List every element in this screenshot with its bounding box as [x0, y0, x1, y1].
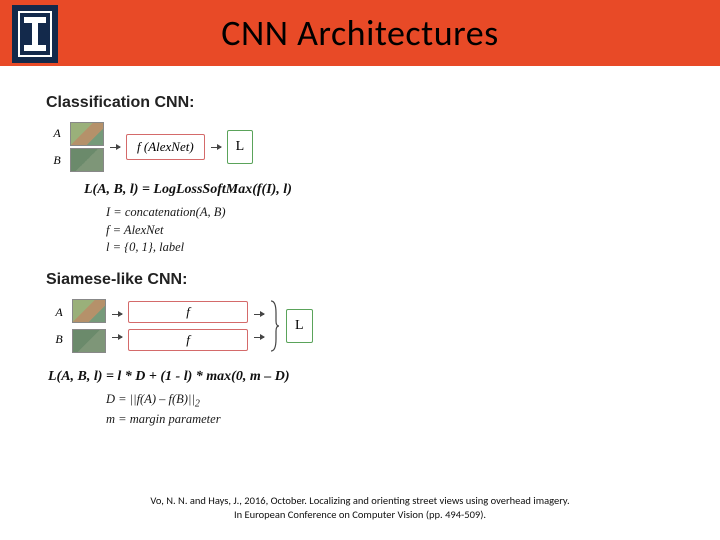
- input-thumbs: [72, 299, 106, 353]
- merge-brace-icon: [270, 299, 280, 353]
- d-expr: D = ||f(A) – f(B)||: [106, 392, 195, 406]
- arrow-icon: [112, 337, 122, 338]
- section2-title: Siamese-like CNN:: [46, 271, 674, 289]
- label-a: A: [54, 305, 64, 320]
- thumb-streetview: [70, 122, 104, 146]
- f-block-top: f: [128, 301, 248, 323]
- f-block-bottom: f: [128, 329, 248, 351]
- title-bar: CNN Architectures: [0, 0, 720, 66]
- label-b: B: [54, 332, 64, 347]
- arrow-icon: [254, 314, 264, 315]
- alexnet-block: f (AlexNet): [126, 134, 205, 160]
- thumb-streetview: [72, 299, 106, 323]
- formula-sub-d: D = ||f(A) – f(B)||2: [106, 391, 674, 412]
- illinois-logo: [12, 5, 58, 63]
- arrow-icon: [254, 337, 264, 338]
- logo-frame: [18, 11, 52, 57]
- arrow-icon: [112, 314, 122, 315]
- arrow-icon: [110, 147, 120, 148]
- letter-i-icon: [28, 17, 42, 51]
- citation-line2: In European Conference on Computer Visio…: [0, 508, 720, 522]
- label-a: A: [52, 126, 62, 141]
- classification-loss-formula: L(A, B, l) = LogLossSoftMax(f(I), l): [84, 182, 674, 198]
- input-labels: A B: [54, 305, 66, 347]
- thumb-overhead: [70, 148, 104, 172]
- siamese-loss-formula: L(A, B, l) = l * D + (1 - l) * max(0, m …: [48, 369, 674, 385]
- section1-title: Classification CNN:: [46, 94, 674, 112]
- loss-block: L: [286, 309, 313, 343]
- arrow-column: [112, 314, 122, 338]
- loss-block: L: [227, 130, 254, 164]
- slide-root: CNN Architectures Classification CNN: A …: [0, 0, 720, 540]
- input-thumbs: [70, 122, 104, 172]
- formula-sub-i: I = concatenation(A, B): [106, 204, 674, 222]
- arrow-column: [254, 314, 264, 338]
- thumb-overhead: [72, 329, 106, 353]
- formula-sub-f: f = AlexNet: [106, 222, 674, 240]
- arrow-icon: [211, 147, 221, 148]
- citation-line1: Vo, N. N. and Hays, J., 2016, October. L…: [0, 494, 720, 508]
- label-b: B: [52, 153, 62, 168]
- slide-body: Classification CNN: A B f (AlexNet) L L(…: [0, 66, 720, 429]
- classification-diagram: A B f (AlexNet) L: [52, 122, 674, 172]
- formula-sub-m: m = margin parameter: [106, 411, 674, 429]
- input-labels: A B: [52, 126, 64, 168]
- siamese-diagram: A B f f: [54, 299, 674, 353]
- f-blocks: f f: [128, 301, 248, 351]
- d-norm: 2: [195, 398, 200, 409]
- formula-sub-l: l = {0, 1}, label: [106, 239, 674, 257]
- slide-title: CNN Architectures: [58, 11, 662, 55]
- citation: Vo, N. N. and Hays, J., 2016, October. L…: [0, 494, 720, 522]
